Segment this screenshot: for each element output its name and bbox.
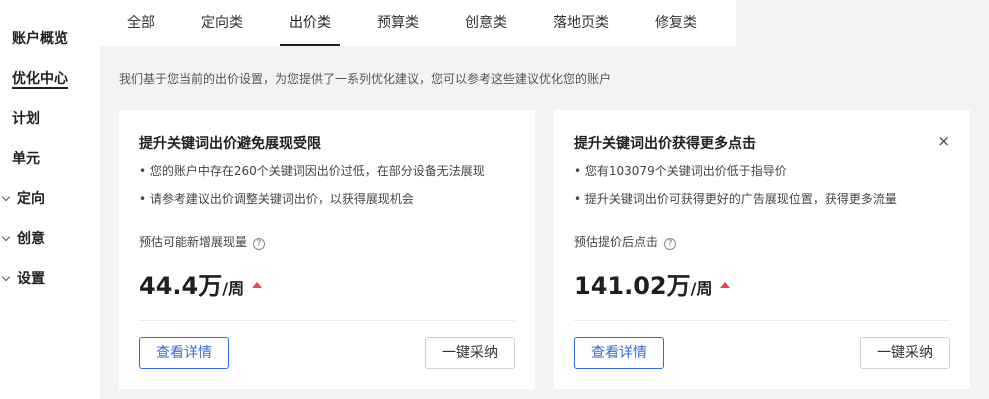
sidebar-item-plan[interactable]: 计划 xyxy=(12,108,40,128)
view-details-button[interactable]: 查看详情 xyxy=(139,337,229,369)
sidebar-item-creative[interactable]: 创意 xyxy=(1,228,45,248)
tab-targeting[interactable]: 定向类 xyxy=(201,12,243,32)
sidebar-item-account-overview[interactable]: 账户概览 xyxy=(12,28,68,48)
tab-landing-page[interactable]: 落地页类 xyxy=(553,12,609,32)
tabs-spacer xyxy=(736,0,989,46)
card-description-line: • 提升关键词出价可获得更好的广告展现位置，获得更多流量 xyxy=(574,192,897,206)
help-icon[interactable]: ? xyxy=(253,238,266,250)
sidebar-item-settings[interactable]: 设置 xyxy=(1,268,45,288)
metric-label: 预估提价后点击? xyxy=(574,233,677,250)
sidebar-item-optimization-center[interactable]: 优化中心 xyxy=(12,68,68,88)
intro-text: 我们基于您当前的出价设置，为您提供了一系列优化建议，您可以参考这些建议优化您的账… xyxy=(119,72,612,86)
metric-value-number: 141.02万 xyxy=(574,272,691,300)
tab-budget[interactable]: 预算类 xyxy=(377,12,419,32)
sidebar-item-label: 定向 xyxy=(17,191,45,207)
chevron-down-icon xyxy=(1,272,11,282)
sidebar-item-targeting[interactable]: 定向 xyxy=(1,188,45,208)
metric-label-text: 预估可能新增展现量 xyxy=(139,235,248,249)
one-click-adopt-button[interactable]: 一键采纳 xyxy=(860,337,950,369)
suggestion-card-avoid-limited-impressions: 提升关键词出价避免展现受限 • 您的账户中存在260个关键词因出价过低，在部分设… xyxy=(119,110,535,389)
metric-value-number: 44.4万 xyxy=(139,272,223,300)
help-icon[interactable]: ? xyxy=(664,238,677,250)
trend-up-icon xyxy=(252,282,263,288)
card-description-line: • 请参考建议出价调整关键词出价，以获得展现机会 xyxy=(139,192,414,206)
tab-creative[interactable]: 创意类 xyxy=(465,12,507,32)
one-click-adopt-button[interactable]: 一键采纳 xyxy=(425,337,515,369)
tab-bidding[interactable]: 出价类 xyxy=(289,12,331,32)
card-description-line: • 您有103079个关键词出价低于指导价 xyxy=(574,164,787,178)
metric-value-unit: /周 xyxy=(222,279,245,298)
active-tab-indicator xyxy=(280,44,340,46)
tab-all[interactable]: 全部 xyxy=(127,12,155,32)
trend-up-icon xyxy=(720,282,731,288)
sidebar-item-label: 创意 xyxy=(17,231,45,247)
divider xyxy=(574,320,950,321)
card-title: 提升关键词出价避免展现受限 xyxy=(139,136,321,152)
tab-repair[interactable]: 修复类 xyxy=(655,12,697,32)
metric-label-text: 预估提价后点击 xyxy=(574,235,659,249)
sidebar: 账户概览 优化中心 计划 单元 定向 创意 设置 xyxy=(0,0,100,399)
metric-value-unit: /周 xyxy=(690,279,713,298)
divider xyxy=(139,320,515,321)
suggestion-card-more-clicks: 提升关键词出价获得更多点击 × • 您有103079个关键词出价低于指导价 • … xyxy=(554,110,970,389)
card-title: 提升关键词出价获得更多点击 xyxy=(574,136,756,152)
chevron-down-icon xyxy=(1,192,11,202)
sidebar-item-label: 设置 xyxy=(17,271,45,287)
card-description-line: • 您的账户中存在260个关键词因出价过低，在部分设备无法展现 xyxy=(139,164,485,178)
chevron-down-icon xyxy=(1,232,11,242)
view-details-button[interactable]: 查看详情 xyxy=(574,337,664,369)
sidebar-item-unit[interactable]: 单元 xyxy=(12,148,40,168)
metric-label: 预估可能新增展现量? xyxy=(139,233,266,250)
category-tabs: 全部 定向类 出价类 预算类 创意类 落地页类 修复类 xyxy=(100,0,736,46)
metric-value: 44.4万/周 xyxy=(139,266,263,301)
close-icon[interactable]: × xyxy=(937,132,950,150)
metric-value: 141.02万/周 xyxy=(574,266,731,301)
